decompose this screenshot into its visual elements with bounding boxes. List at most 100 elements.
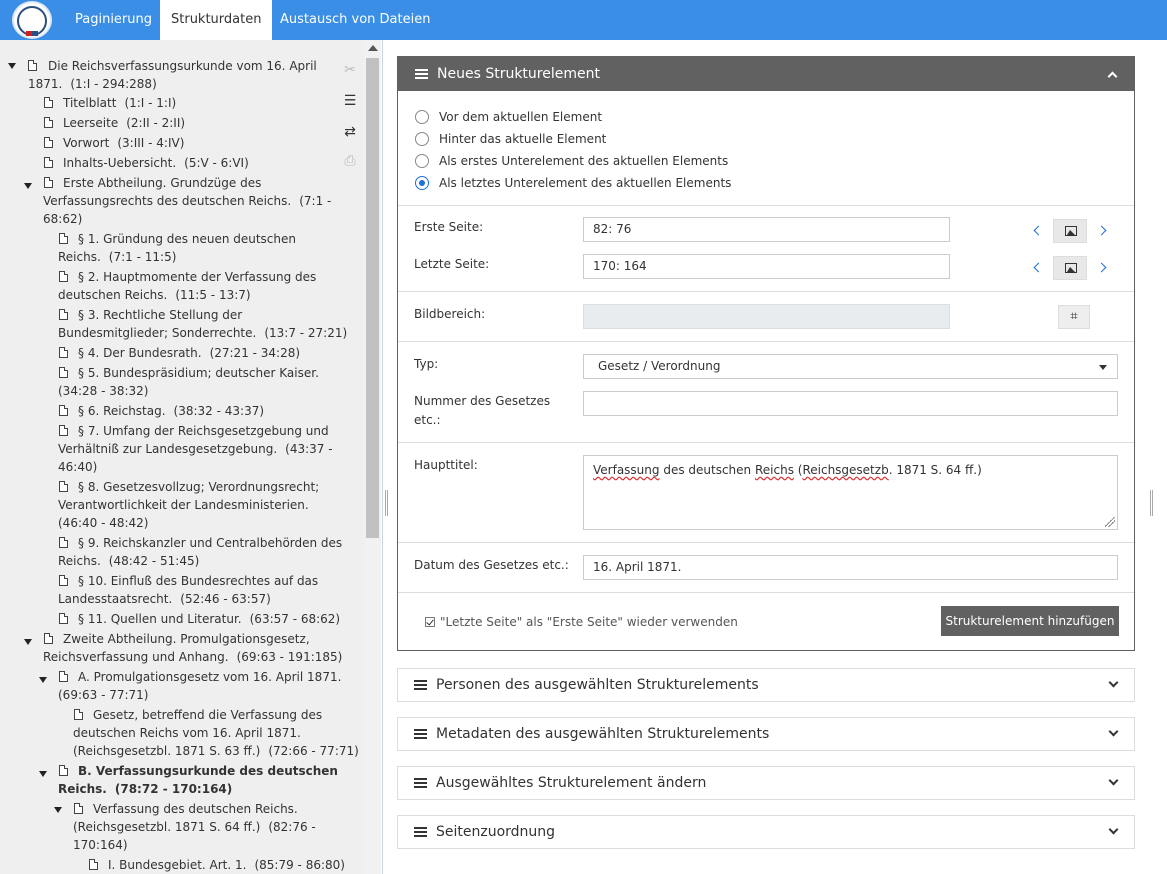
tree-node-cont[interactable]: Verfassungsrechts des deutschen Reichs.(… bbox=[43, 192, 331, 210]
last-page-input[interactable]: 170: 164 bbox=[583, 254, 950, 279]
tree-node-cont[interactable]: (34:28 - 38:32) bbox=[58, 382, 149, 400]
tree-node[interactable]: § 2. Hauptmomente der Verfassung des bbox=[78, 268, 316, 286]
document-icon bbox=[74, 803, 83, 814]
tree-node-cont[interactable]: Bundesmitglieder; Sonderrechte. (13:7 - 2… bbox=[58, 324, 347, 342]
image-icon bbox=[1065, 226, 1077, 236]
panel-header[interactable]: Neues Strukturelement bbox=[398, 57, 1134, 91]
tree-node[interactable]: I. Bundesgebiet. Art. 1. (85:79 - 86:80) bbox=[108, 856, 345, 874]
radio-circle-selected[interactable] bbox=[415, 176, 429, 190]
resize-handle-right[interactable] bbox=[1150, 490, 1153, 516]
tree-node-cont[interactable]: 1871. (1:I - 294:288) bbox=[28, 75, 157, 93]
next-page-icon[interactable] bbox=[1096, 262, 1107, 273]
radio-before-current[interactable]: Vor dem aktuellen Element bbox=[415, 108, 602, 126]
prev-page-icon[interactable] bbox=[1033, 262, 1044, 273]
resize-grip-icon[interactable] bbox=[1105, 517, 1115, 527]
resize-handle[interactable] bbox=[385, 490, 388, 516]
radio-circle[interactable] bbox=[415, 132, 429, 146]
tree-node[interactable]: Erste Abtheilung. Grundzüge des bbox=[63, 174, 261, 192]
section-metadata[interactable]: Metadaten des ausgewählten Struktureleme… bbox=[397, 717, 1135, 751]
tree-node-cont[interactable]: Reichs. (48:42 - 51:45) bbox=[58, 552, 199, 570]
tree-node-cont[interactable]: 170:164) bbox=[73, 836, 128, 854]
scrollbar-thumb[interactable] bbox=[366, 58, 379, 538]
tree-node[interactable]: Verfassung des deutschen Reichs. bbox=[93, 800, 298, 818]
chevron-down-icon[interactable] bbox=[1108, 824, 1119, 835]
tree-node[interactable]: § 3. Rechtliche Stellung der bbox=[78, 306, 242, 324]
image-preview-button[interactable] bbox=[1053, 256, 1087, 280]
section-edit-element[interactable]: Ausgewähltes Strukturelement ändern bbox=[397, 766, 1135, 800]
unlink-icon[interactable]: ✂ bbox=[341, 62, 359, 78]
tree-node-selected[interactable]: B. Verfassungsurkunde des deutschen bbox=[78, 762, 338, 780]
crop-icon[interactable]: ⌗ bbox=[1058, 305, 1090, 329]
tree-node[interactable]: § 8. Gesetzesvollzug; Verordnungsrecht; bbox=[78, 478, 319, 496]
expand-caret-icon[interactable] bbox=[24, 183, 32, 189]
section-page-assignment[interactable]: Seitenzuordnung bbox=[397, 815, 1135, 849]
expand-caret-icon[interactable] bbox=[54, 807, 62, 813]
tree-node-cont[interactable]: Verantwortlichkeit der Landesministerien… bbox=[58, 496, 309, 514]
section-persons[interactable]: Personen des ausgewählten Strukturelemen… bbox=[397, 668, 1135, 702]
tree-node[interactable]: § 9. Reichskanzler und Centralbehörden d… bbox=[78, 534, 342, 552]
add-structure-element-button[interactable]: Strukturelement hinzufügen bbox=[941, 606, 1119, 636]
list-icon[interactable]: ☰ bbox=[341, 93, 359, 109]
tree-node-cont[interactable]: 68:62) bbox=[43, 210, 82, 228]
tree-node-cont[interactable]: (Reichsgesetzbl. 1871 S. 63 ff.) (72:66 -… bbox=[73, 742, 359, 760]
radio-first-child[interactable]: Als erstes Unterelement des aktuellen El… bbox=[415, 152, 728, 170]
tree-node[interactable]: Die Reichsverfassungsurkunde vom 16. Apr… bbox=[48, 57, 317, 75]
next-page-icon[interactable] bbox=[1096, 225, 1107, 236]
tree-node[interactable]: Gesetz, betreffend die Verfassung des bbox=[93, 706, 322, 724]
tree-node[interactable]: Zweite Abtheilung. Promulgationsgesetz, bbox=[63, 630, 310, 648]
tab-austausch-von-dateien[interactable]: Austausch von Dateien bbox=[269, 0, 441, 40]
date-input[interactable]: 16. April 1871. bbox=[583, 555, 1118, 580]
chevron-down-icon[interactable] bbox=[1108, 775, 1119, 786]
expand-caret-icon[interactable] bbox=[39, 677, 47, 683]
tree-node[interactable]: Vorwort (3:III - 4:IV) bbox=[63, 134, 184, 152]
tree-node-cont[interactable]: (46:40 - 48:42) bbox=[58, 514, 149, 532]
tree-node-cont[interactable]: deutschen Reichs. (11:5 - 13:7) bbox=[58, 286, 251, 304]
expand-caret-icon[interactable] bbox=[39, 771, 47, 777]
tree-scrollbar[interactable] bbox=[364, 40, 381, 874]
tree-node[interactable]: § 4. Der Bundesrath. (27:21 - 34:28) bbox=[78, 344, 300, 362]
tree-node-cont[interactable]: deutschen Reichs vom 16. April 1871. bbox=[73, 724, 301, 742]
tab-paginierung[interactable]: Paginierung bbox=[64, 0, 163, 40]
tree-node-cont[interactable]: (Reichsgesetzbl. 1871 S. 64 ff.) (82:76 - bbox=[73, 818, 316, 836]
tree-node[interactable]: § 7. Umfang der Reichsgesetzgebung und bbox=[78, 422, 329, 440]
tree-node-cont[interactable]: Reichs. (78:72 - 170:164) bbox=[58, 780, 232, 798]
image-preview-button[interactable] bbox=[1053, 219, 1087, 243]
chevron-down-icon[interactable] bbox=[1108, 677, 1119, 688]
swap-icon[interactable]: ⇄ bbox=[341, 124, 359, 140]
tree-node[interactable]: § 6. Reichstag. (38:32 - 43:37) bbox=[78, 402, 264, 420]
number-input[interactable] bbox=[583, 391, 1118, 416]
radio-last-child[interactable]: Als letztes Unterelement des aktuellen E… bbox=[415, 174, 731, 192]
tree-node-cont[interactable]: Verhältniß zur Landesgesetzgebung. (43:37… bbox=[58, 440, 333, 458]
tree-node-cont[interactable]: Reichsverfassung und Anhang. (69:63 - 191… bbox=[43, 648, 342, 666]
prev-page-icon[interactable] bbox=[1033, 225, 1044, 236]
main-title-textarea[interactable]: Verfassung des deutschen Reichs (Reichsg… bbox=[583, 455, 1118, 530]
reuse-last-page-checkbox[interactable] bbox=[425, 617, 435, 627]
tab-strukturdaten[interactable]: Strukturdaten bbox=[160, 0, 273, 40]
expand-caret-icon[interactable] bbox=[8, 63, 16, 69]
tree-node[interactable]: Inhalts-Uebersicht. (5:V - 6:VI) bbox=[63, 154, 249, 172]
expand-caret-icon[interactable] bbox=[24, 639, 32, 645]
tree-node-cont[interactable]: 46:40) bbox=[58, 458, 97, 476]
chevron-up-icon[interactable] bbox=[1107, 71, 1118, 82]
tree-node[interactable]: § 1. Gründung des neuen deutschen bbox=[78, 230, 296, 248]
tree-node-cont[interactable]: Landesstaatsrecht. (52:46 - 63:57) bbox=[58, 590, 271, 608]
tree-node[interactable]: § 5. Bundespräsidium; deutscher Kaiser. bbox=[78, 364, 319, 382]
separator bbox=[398, 442, 1134, 443]
tree-node-cont[interactable]: Reichs. (7:1 - 11:5) bbox=[58, 248, 176, 266]
radio-circle[interactable] bbox=[415, 154, 429, 168]
tree-node[interactable]: Titelblatt (1:I - 1:I) bbox=[63, 94, 176, 112]
image-icon bbox=[1065, 263, 1077, 273]
tree-node[interactable]: A. Promulgationsgesetz vom 16. April 187… bbox=[78, 668, 341, 686]
tree-node[interactable]: Leerseite (2:II - 2:II) bbox=[63, 114, 185, 132]
date-label: Datum des Gesetzes etc.: bbox=[414, 558, 569, 572]
tree-node-cont[interactable]: (69:63 - 77:71) bbox=[58, 686, 149, 704]
first-page-input[interactable]: 82: 76 bbox=[583, 217, 950, 242]
radio-circle[interactable] bbox=[415, 110, 429, 124]
print-icon[interactable]: ⎙ bbox=[341, 153, 359, 169]
tree-node[interactable]: § 11. Quellen und Literatur. (63:57 - 68:… bbox=[78, 610, 340, 628]
radio-after-current[interactable]: Hinter das aktuelle Element bbox=[415, 130, 606, 148]
scroll-up-icon[interactable] bbox=[368, 45, 378, 51]
chevron-down-icon[interactable] bbox=[1108, 726, 1119, 737]
tree-node[interactable]: § 10. Einfluß des Bundesrechtes auf das bbox=[78, 572, 318, 590]
type-select[interactable]: Gesetz / Verordnung bbox=[583, 354, 1118, 379]
